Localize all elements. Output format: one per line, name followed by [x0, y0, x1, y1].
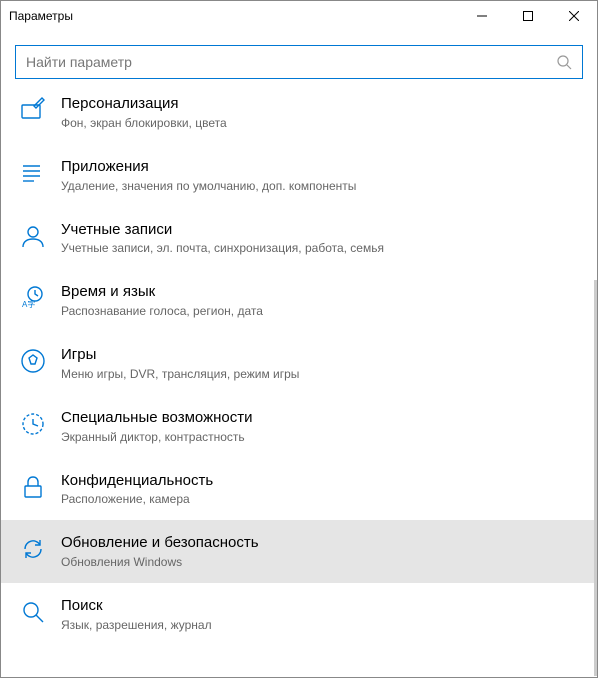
close-icon: [569, 11, 579, 21]
settings-item-time-language[interactable]: A字 Время и язык Распознавание голоса, ре…: [1, 269, 597, 332]
item-title: Обновление и безопасность: [61, 534, 579, 553]
settings-item-apps[interactable]: Приложения Удаление, значения по умолчан…: [1, 144, 597, 207]
item-title: Специальные возможности: [61, 409, 579, 428]
item-title: Конфиденциальность: [61, 472, 579, 491]
search-category-icon: [19, 598, 47, 626]
item-title: Поиск: [61, 597, 579, 616]
time-language-icon: A字: [19, 284, 47, 312]
item-sub: Обновления Windows: [61, 555, 579, 569]
accessibility-icon: [19, 410, 47, 438]
svg-text:A字: A字: [22, 299, 35, 309]
settings-item-gaming[interactable]: Игры Меню игры, DVR, трансляция, режим и…: [1, 332, 597, 395]
settings-item-accessibility[interactable]: Специальные возможности Экранный диктор,…: [1, 395, 597, 458]
scrollbar[interactable]: [594, 280, 597, 676]
item-sub: Экранный диктор, контрастность: [61, 430, 579, 444]
apps-icon: [19, 159, 47, 187]
item-title: Время и язык: [61, 283, 579, 302]
item-sub: Расположение, камера: [61, 492, 579, 506]
window-title: Параметры: [9, 9, 459, 23]
gaming-icon: [19, 347, 47, 375]
settings-item-search[interactable]: Поиск Язык, разрешения, журнал: [1, 583, 597, 646]
settings-item-personalization[interactable]: Персонализация Фон, экран блокировки, цв…: [1, 89, 597, 144]
minimize-button[interactable]: [459, 1, 505, 31]
update-icon: [19, 535, 47, 563]
settings-item-accounts[interactable]: Учетные записи Учетные записи, эл. почта…: [1, 207, 597, 270]
item-title: Учетные записи: [61, 221, 579, 240]
privacy-icon: [19, 473, 47, 501]
maximize-button[interactable]: [505, 1, 551, 31]
close-button[interactable]: [551, 1, 597, 31]
item-sub: Удаление, значения по умолчанию, доп. ко…: [61, 179, 579, 193]
item-sub: Фон, экран блокировки, цвета: [61, 116, 579, 130]
item-sub: Учетные записи, эл. почта, синхронизация…: [61, 241, 579, 255]
search-icon: [556, 54, 572, 70]
search-area: [1, 31, 597, 89]
item-sub: Распознавание голоса, регион, дата: [61, 304, 579, 318]
item-title: Персонализация: [61, 95, 579, 114]
settings-item-update-security[interactable]: Обновление и безопасность Обновления Win…: [1, 520, 597, 583]
search-input[interactable]: [26, 54, 556, 70]
title-bar: Параметры: [1, 1, 597, 31]
settings-item-privacy[interactable]: Конфиденциальность Расположение, камера: [1, 458, 597, 521]
settings-list: Персонализация Фон, экран блокировки, цв…: [1, 89, 597, 677]
item-sub: Язык, разрешения, журнал: [61, 618, 579, 632]
item-sub: Меню игры, DVR, трансляция, режим игры: [61, 367, 579, 381]
item-title: Приложения: [61, 158, 579, 177]
accounts-icon: [19, 222, 47, 250]
maximize-icon: [523, 11, 533, 21]
minimize-icon: [477, 11, 487, 21]
search-box[interactable]: [15, 45, 583, 79]
personalization-icon: [19, 96, 47, 124]
item-title: Игры: [61, 346, 579, 365]
